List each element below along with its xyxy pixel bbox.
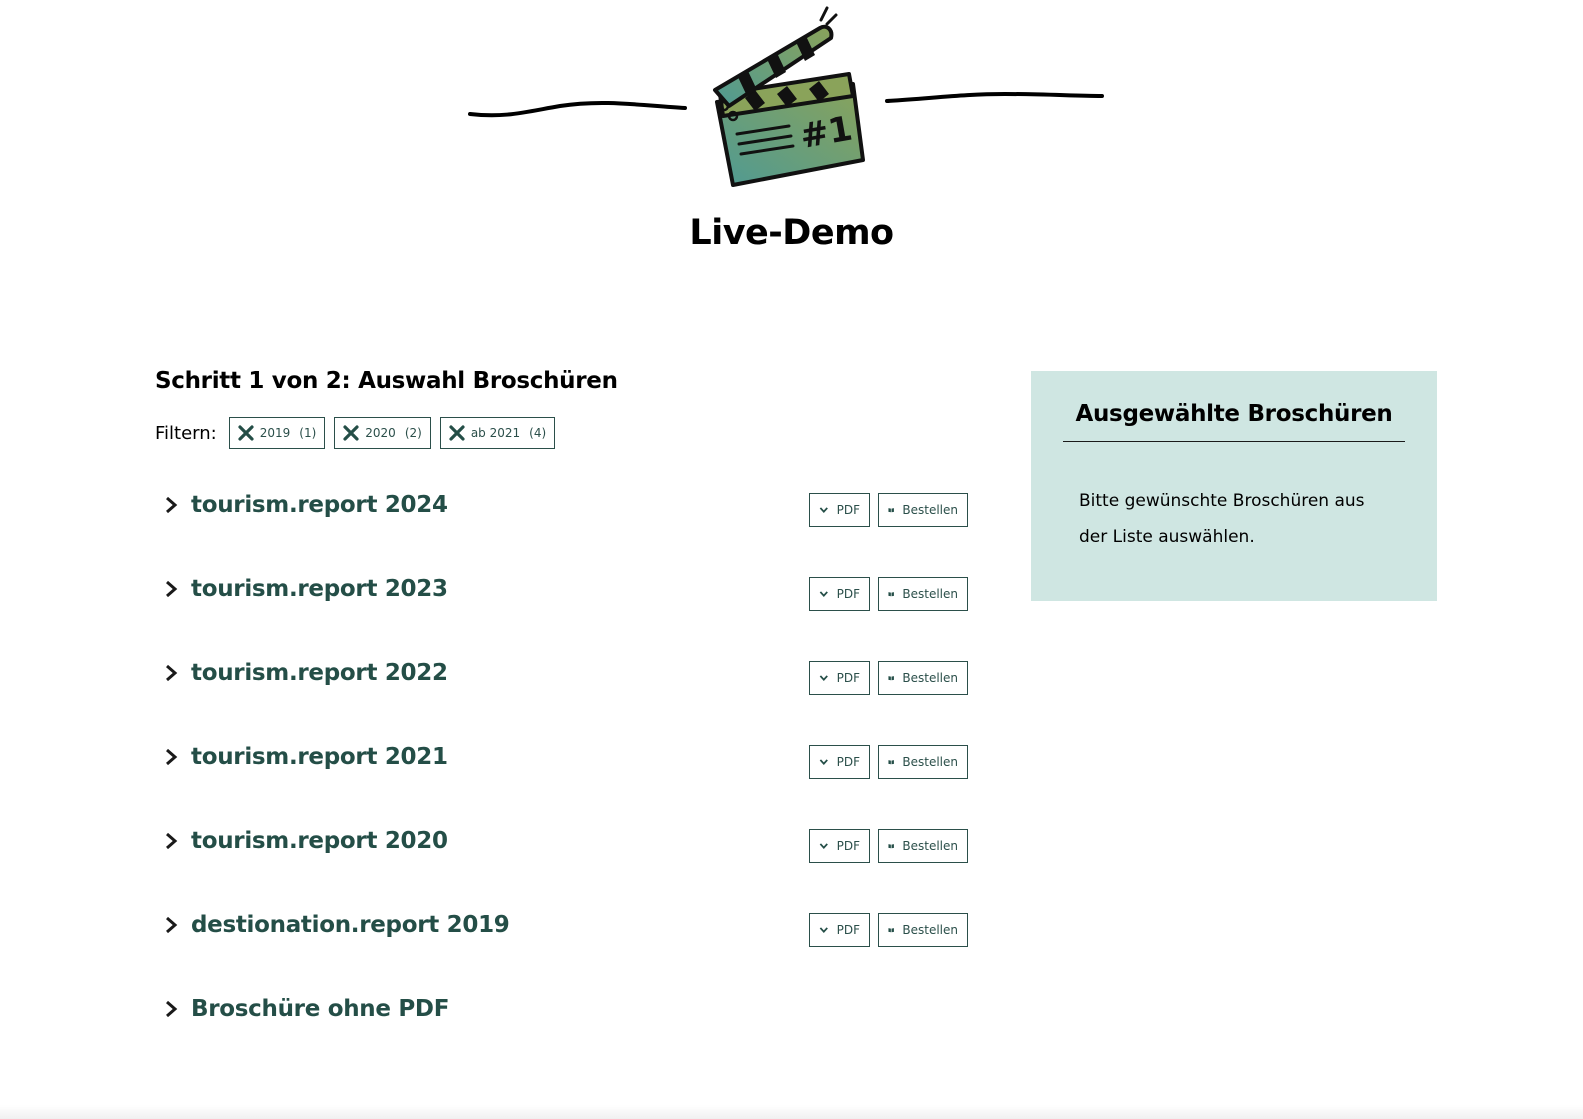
brochure-title: tourism.report 2024 <box>191 492 448 518</box>
order-button-label: Bestellen <box>902 587 958 601</box>
book-open-icon <box>888 928 894 933</box>
panel-title: Ausgewählte Broschüren <box>1063 401 1405 442</box>
pdf-button[interactable]: PDF <box>809 493 870 527</box>
book-open-icon <box>888 508 894 513</box>
pdf-button-label: PDF <box>836 923 860 937</box>
list-item: tourism.report 2021 PDF Bestellen <box>162 737 968 821</box>
order-button[interactable]: Bestellen <box>878 577 968 611</box>
order-button-label: Bestellen <box>902 923 958 937</box>
filter-chip-count: (4) <box>529 426 547 440</box>
brochure-title: tourism.report 2020 <box>191 828 448 854</box>
list-item: tourism.report 2022 PDF Bestellen <box>162 653 968 737</box>
chevron-right-icon <box>166 580 178 598</box>
book-open-icon <box>888 760 894 765</box>
pdf-button[interactable]: PDF <box>809 661 870 695</box>
chevron-right-icon <box>166 496 178 514</box>
book-open-icon <box>888 844 894 849</box>
close-icon <box>343 425 359 441</box>
close-icon <box>238 425 254 441</box>
chevron-down-icon <box>819 675 828 682</box>
filter-chip-ab-2021[interactable]: ab 2021 (4) <box>439 417 556 449</box>
filter-chip-count: (2) <box>404 426 422 440</box>
pdf-button-label: PDF <box>836 503 860 517</box>
brochure-toggle[interactable]: tourism.report 2023 <box>162 569 448 609</box>
order-button-label: Bestellen <box>902 839 958 853</box>
chevron-right-icon <box>166 664 178 682</box>
bottom-shadow <box>0 1105 1583 1119</box>
pdf-button[interactable]: PDF <box>809 829 870 863</box>
panel-empty-text: Bitte gewünschte Broschüren aus der List… <box>1079 491 1365 547</box>
selected-brochures-panel: Ausgewählte Broschüren Bitte gewünschte … <box>1031 371 1437 601</box>
page: #1 Live-Demo Schritt 1 von 2: Auswahl Br… <box>0 0 1583 1119</box>
filter-bar: Filtern: 2019 (1) 2020 (2) ab 2021 (4) <box>155 416 564 450</box>
brochure-title: destionation.report 2019 <box>191 912 510 938</box>
brochure-title: tourism.report 2022 <box>191 660 448 686</box>
chevron-down-icon <box>819 507 828 514</box>
list-item: tourism.report 2020 PDF Bestellen <box>162 821 968 905</box>
book-open-icon <box>888 676 894 681</box>
chevron-down-icon <box>819 927 828 934</box>
page-title: Live-Demo <box>689 213 894 253</box>
order-button-label: Bestellen <box>902 755 958 769</box>
pdf-button[interactable]: PDF <box>809 745 870 779</box>
list-item: Broschüre ohne PDF <box>162 989 968 1073</box>
order-button-label: Bestellen <box>902 503 958 517</box>
brochure-title: tourism.report 2021 <box>191 744 448 770</box>
chevron-down-icon <box>819 591 828 598</box>
close-icon <box>449 425 465 441</box>
order-button-label: Bestellen <box>902 671 958 685</box>
chevron-right-icon <box>166 832 178 850</box>
chevron-right-icon <box>166 1000 178 1018</box>
filter-chip-2019[interactable]: 2019 (1) <box>228 417 326 449</box>
book-open-icon <box>888 592 894 597</box>
pdf-button-label: PDF <box>836 587 860 601</box>
brochure-list: tourism.report 2024 PDF Bestellen touris… <box>162 485 968 1073</box>
brochure-toggle[interactable]: tourism.report 2022 <box>162 653 448 693</box>
order-button[interactable]: Bestellen <box>878 493 968 527</box>
chevron-down-icon <box>819 843 828 850</box>
filter-chip-count: (1) <box>299 426 317 440</box>
filter-chip-label: ab 2021 <box>470 426 521 440</box>
chevron-down-icon <box>819 759 828 766</box>
list-item: destionation.report 2019 PDF Bestellen <box>162 905 968 989</box>
order-button[interactable]: Bestellen <box>878 745 968 779</box>
order-button[interactable]: Bestellen <box>878 913 968 947</box>
brochure-toggle[interactable]: tourism.report 2024 <box>162 485 448 525</box>
pdf-button[interactable]: PDF <box>809 577 870 611</box>
chevron-right-icon <box>166 916 178 934</box>
clapperboard-icon: #1 <box>468 6 1104 187</box>
step-title: Schritt 1 von 2: Auswahl Broschüren <box>155 368 618 394</box>
brochure-title: Broschüre ohne PDF <box>191 996 450 1022</box>
filter-chip-label: 2020 <box>365 426 396 440</box>
brochure-title: tourism.report 2023 <box>191 576 448 602</box>
pdf-button-label: PDF <box>836 839 860 853</box>
filter-label: Filtern: <box>155 422 217 444</box>
pdf-button-label: PDF <box>836 671 860 685</box>
order-button[interactable]: Bestellen <box>878 661 968 695</box>
filter-chip-label: 2019 <box>259 426 291 440</box>
brochure-toggle[interactable]: destionation.report 2019 <box>162 905 510 945</box>
list-item: tourism.report 2024 PDF Bestellen <box>162 485 968 569</box>
chevron-right-icon <box>166 748 178 766</box>
order-button[interactable]: Bestellen <box>878 829 968 863</box>
list-item: tourism.report 2023 PDF Bestellen <box>162 569 968 653</box>
pdf-button[interactable]: PDF <box>809 913 870 947</box>
brochure-toggle[interactable]: Broschüre ohne PDF <box>162 989 449 1029</box>
filter-chip-2020[interactable]: 2020 (2) <box>334 417 431 449</box>
pdf-button-label: PDF <box>836 755 860 769</box>
brochure-toggle[interactable]: tourism.report 2021 <box>162 737 448 777</box>
brochure-toggle[interactable]: tourism.report 2020 <box>162 821 448 861</box>
